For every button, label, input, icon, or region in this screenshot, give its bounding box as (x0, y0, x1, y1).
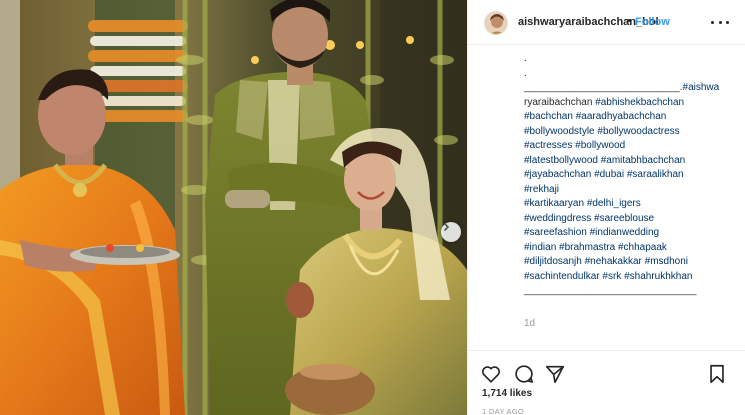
hashtag-link[interactable]: #sareefashion (524, 227, 587, 238)
dot (718, 20, 722, 24)
caption-line: #indian #brahmastra #chhapaak (524, 241, 730, 256)
hashtag-link[interactable]: #bollywoodactress (597, 126, 679, 137)
post-photo[interactable] (0, 0, 467, 415)
hashtag-link[interactable]: #shahrukhkhan (624, 271, 692, 282)
hashtag-link[interactable]: #nehakakkar (585, 256, 642, 267)
hashtag-link[interactable]: #delhi_igers (587, 198, 641, 209)
hashtag-link[interactable]: #chhapaak (618, 242, 667, 253)
hashtag-link[interactable]: #sachintendulkar (524, 271, 600, 282)
avatar[interactable] (484, 11, 508, 35)
caption-timestamp: 1d (524, 317, 536, 329)
caption-text: _______________________________ (524, 285, 697, 296)
wedding-photo-illustration (0, 0, 467, 415)
hashtag-link[interactable]: #abhishekbachchan (595, 97, 684, 108)
caption-hashtags: ____________________________.#aishwa ryar… (524, 81, 730, 299)
hashtag-link[interactable]: #jayabachchan (524, 169, 591, 180)
post-actions-bar (468, 350, 745, 392)
separator-dot: • (627, 15, 631, 27)
hashtag-link[interactable]: #bollywoodstyle (524, 126, 595, 137)
caption-line: #rekhaji (524, 183, 730, 198)
more-options-icon[interactable] (711, 15, 729, 29)
likes-count[interactable]: 1,714 likes (482, 388, 532, 399)
caption-line: _______________________________ (524, 284, 730, 299)
hashtag-link[interactable]: #indian (524, 242, 556, 253)
caption-line: #diljitdosanjh #nehakakkar #msdhoni (524, 255, 730, 270)
hashtag-link[interactable]: #brahmastra (559, 242, 615, 253)
hashtag-link[interactable]: #bollywood (575, 140, 625, 151)
hashtag-link[interactable]: #bachchan (524, 111, 573, 122)
caption-text: ____________________________. (524, 82, 683, 93)
hashtag-link[interactable]: #rekhaji (524, 184, 559, 195)
hashtag-link[interactable]: #msdhoni (645, 256, 688, 267)
caption-dot-line: . (524, 53, 527, 64)
caption-dot-line: . (524, 67, 527, 79)
caption-line: ryaraibachchan #abhishekbachchan (524, 96, 730, 111)
hashtag-link[interactable]: #indianwedding (590, 227, 660, 238)
bookmark-icon[interactable] (706, 363, 728, 385)
hashtag-link[interactable]: #latestbollywood (524, 155, 598, 166)
post-details-panel: aishwaryaraibachchan_bol • Follow . . __… (467, 0, 745, 415)
hashtag-link[interactable]: #aishwa (683, 82, 720, 93)
caption-line: #sareefashion #indianwedding (524, 226, 730, 241)
caption-text: ryaraibachchan (524, 96, 596, 108)
avatar-image (485, 12, 507, 34)
chevron-right-icon (443, 222, 450, 232)
caption-line: ____________________________.#aishwa (524, 81, 730, 96)
caption-line: #latestbollywood #amitabhbachchan (524, 154, 730, 169)
comment-icon[interactable] (513, 363, 535, 385)
next-photo-button[interactable] (441, 222, 461, 242)
caption-line: #sachintendulkar #srk #shahrukhkhan (524, 270, 730, 285)
dot (726, 20, 729, 24)
paper-plane-icon[interactable] (544, 363, 566, 385)
heart-icon[interactable] (480, 363, 502, 385)
posted-time[interactable]: 1 DAY AGO (482, 407, 524, 415)
hashtag-link[interactable]: #dubai (594, 169, 624, 180)
dot (711, 20, 714, 24)
caption-line: #kartikaaryan #delhi_igers (524, 197, 730, 212)
follow-button[interactable]: Follow (635, 16, 670, 28)
instagram-post: aishwaryaraibachchan_bol • Follow . . __… (0, 0, 745, 415)
caption-line: #actresses #bollywood (524, 139, 730, 154)
caption-line: #bollywoodstyle #bollywoodactress (524, 125, 730, 140)
caption-line: #jayabachchan #dubai #saraalikhan (524, 168, 730, 183)
hashtag-link[interactable]: #amitabhbachchan (601, 155, 686, 166)
hashtag-link[interactable]: #srk (602, 271, 621, 282)
post-caption: . . ____________________________.#aishwa… (468, 46, 745, 349)
hashtag-link[interactable]: #kartikaaryan (524, 198, 584, 209)
post-header: aishwaryaraibachchan_bol • Follow (468, 0, 745, 45)
hashtag-link[interactable]: #actresses (524, 140, 572, 151)
hashtag-link[interactable]: #sareeblouse (594, 213, 654, 224)
caption-line: #bachchan #aaradhyabachchan (524, 110, 730, 125)
hashtag-link[interactable]: #aaradhyabachchan (576, 111, 667, 122)
hashtag-link[interactable]: #diljitdosanjh (524, 256, 582, 267)
hashtag-link[interactable]: #saraalikhan (627, 169, 684, 180)
hashtag-link[interactable]: #weddingdress (524, 213, 591, 224)
caption-line: #weddingdress #sareeblouse (524, 212, 730, 227)
